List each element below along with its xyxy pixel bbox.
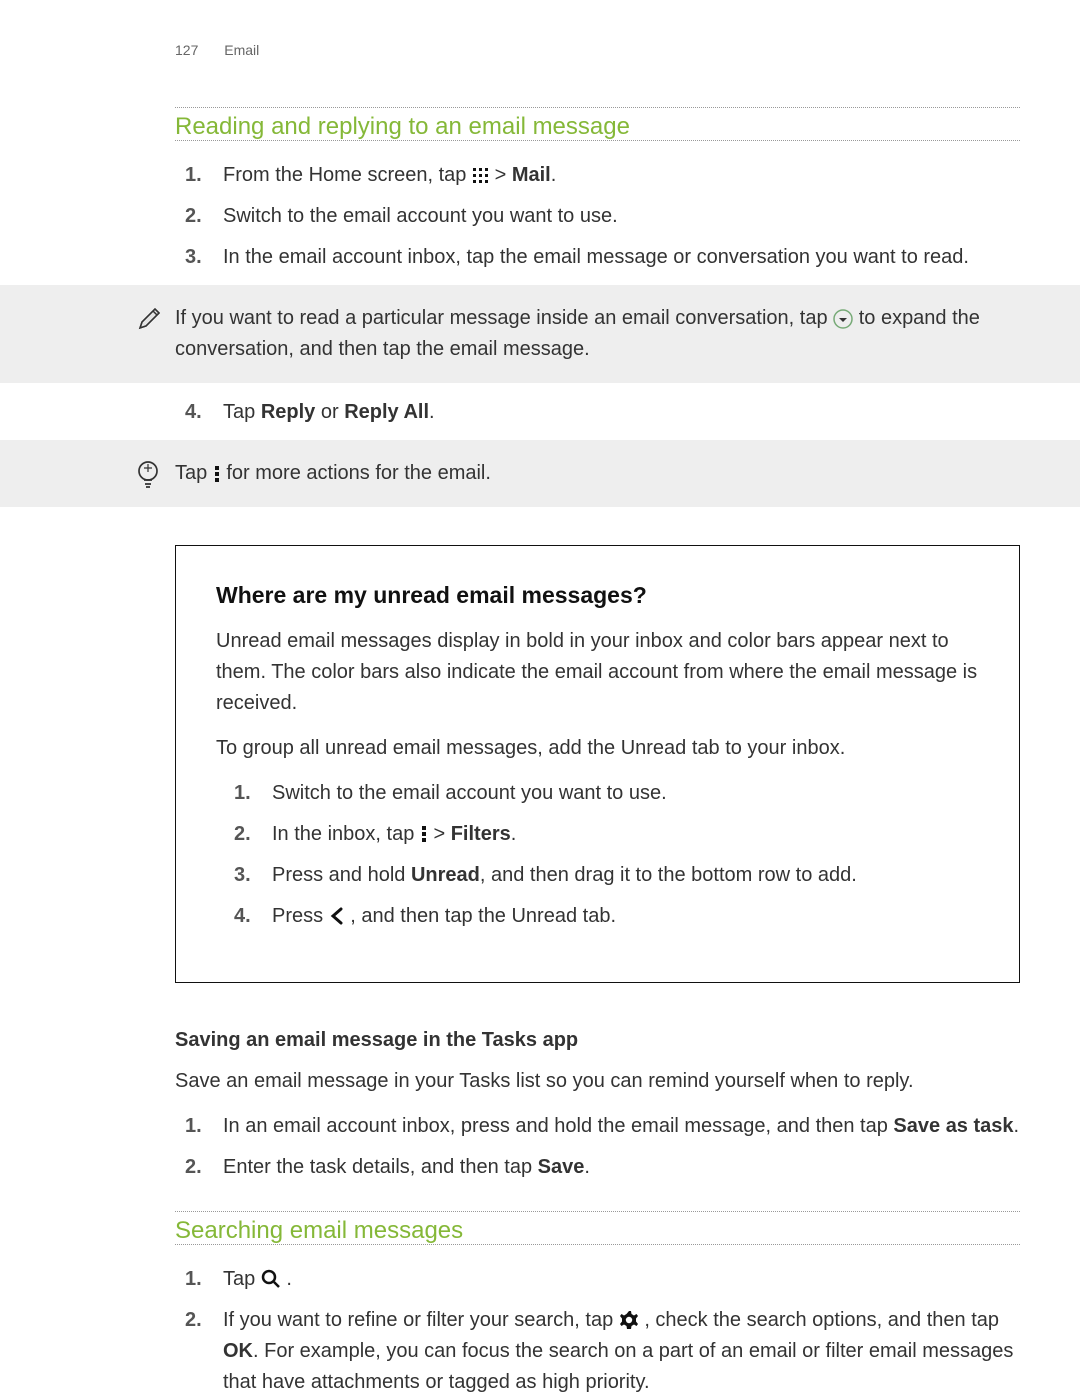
- step-number: 4.: [234, 901, 251, 932]
- back-icon: [329, 907, 345, 925]
- dotted-divider: [175, 1244, 1020, 1245]
- list-item: 1. In an email account inbox, press and …: [215, 1111, 1020, 1142]
- note-callout: If you want to read a particular message…: [0, 285, 1080, 383]
- list-item: 3. Press and hold Unread, and then drag …: [264, 860, 979, 891]
- step-text: , check the search options, and then tap: [644, 1309, 999, 1331]
- info-box: Where are my unread email messages? Unre…: [175, 545, 1020, 983]
- tip-text: for more actions for the email.: [226, 462, 491, 484]
- step-text: From the Home screen, tap: [223, 164, 466, 186]
- step-number: 4.: [185, 397, 202, 428]
- section-content: 1. From the Home screen, tap > Mail. 2. …: [175, 160, 1020, 273]
- section-content: 1. Tap . 2. If you want to refine or fil…: [175, 1264, 1020, 1398]
- page-header: 127 Email: [0, 40, 1080, 62]
- step-text: Switch to the email account you want to …: [272, 782, 667, 804]
- sub-heading: Saving an email message in the Tasks app: [175, 1025, 1020, 1056]
- step-text: Tap: [223, 1268, 261, 1290]
- step-text: . For example, you can focus the search …: [223, 1340, 1013, 1393]
- box-paragraph: Unread email messages display in bold in…: [216, 626, 979, 719]
- step-number: 3.: [185, 242, 202, 273]
- dotted-divider: [175, 140, 1020, 141]
- step-text: Switch to the email account you want to …: [223, 205, 618, 227]
- box-steps: 1. Switch to the email account you want …: [216, 778, 979, 932]
- overflow-menu-icon: [420, 825, 428, 843]
- step-text: >: [495, 164, 512, 186]
- reply-all-label: Reply All: [344, 401, 429, 423]
- list-item: 1. Tap .: [215, 1264, 1020, 1295]
- step-text: .: [584, 1156, 590, 1178]
- lightbulb-icon: [135, 460, 161, 490]
- note-text: If you want to read a particular message…: [175, 307, 833, 329]
- overflow-menu-icon: [213, 465, 221, 483]
- step-number: 2.: [185, 201, 202, 232]
- box-paragraph: To group all unread email messages, add …: [216, 733, 979, 764]
- step-text: .: [286, 1268, 292, 1290]
- tip-text: Tap: [175, 462, 213, 484]
- section-title-wrap: Searching email messages: [175, 1211, 1020, 1250]
- step-text: or: [315, 401, 344, 423]
- section-title-wrap: Reading and replying to an email message: [175, 107, 1020, 146]
- intro-paragraph: Save an email message in your Tasks list…: [175, 1066, 1020, 1097]
- step-text: If you want to refine or filter your sea…: [223, 1309, 619, 1331]
- saving-steps: 1. In an email account inbox, press and …: [175, 1111, 1020, 1183]
- steps-list-cont: 4. Tap Reply or Reply All.: [175, 397, 1020, 428]
- step-text: .: [551, 164, 557, 186]
- list-item: 3. In the email account inbox, tap the e…: [215, 242, 1020, 273]
- step-number: 2.: [234, 819, 251, 850]
- step-number: 1.: [185, 1264, 202, 1295]
- step-text: >: [433, 823, 450, 845]
- reply-label: Reply: [261, 401, 315, 423]
- step-text: , and then drag it to the bottom row to …: [480, 864, 857, 886]
- pencil-icon: [135, 305, 163, 333]
- list-item: 1. From the Home screen, tap > Mail.: [215, 160, 1020, 191]
- step-text: In an email account inbox, press and hol…: [223, 1115, 893, 1137]
- step-number: 1.: [185, 160, 202, 191]
- step-text: In the email account inbox, tap the emai…: [223, 246, 969, 268]
- list-item: 2. Switch to the email account you want …: [215, 201, 1020, 232]
- steps-list: 1. From the Home screen, tap > Mail. 2. …: [175, 160, 1020, 273]
- list-item: 1. Switch to the email account you want …: [264, 778, 979, 809]
- step-number: 1.: [234, 778, 251, 809]
- tip-callout: Tap for more actions for the email.: [0, 440, 1080, 507]
- step-number: 1.: [185, 1111, 202, 1142]
- step-text: Press and hold: [272, 864, 411, 886]
- section-content: 4. Tap Reply or Reply All.: [175, 397, 1020, 428]
- mail-label: Mail: [512, 164, 551, 186]
- list-item: 4. Tap Reply or Reply All.: [215, 397, 1020, 428]
- gear-icon: [619, 1310, 639, 1330]
- section-name: Email: [224, 42, 259, 58]
- step-text: , and then tap the Unread tab.: [350, 905, 616, 927]
- ok-label: OK: [223, 1340, 253, 1362]
- save-as-task-label: Save as task: [893, 1115, 1013, 1137]
- page-number: 127: [175, 42, 198, 58]
- step-text: .: [1014, 1115, 1020, 1137]
- save-label: Save: [538, 1156, 585, 1178]
- search-steps: 1. Tap . 2. If you want to refine or fil…: [175, 1264, 1020, 1398]
- saving-content: 1. In an email account inbox, press and …: [175, 1111, 1020, 1183]
- step-text: In the inbox, tap: [272, 823, 420, 845]
- step-text: .: [511, 823, 517, 845]
- search-icon: [261, 1269, 281, 1289]
- filters-label: Filters: [451, 823, 511, 845]
- expand-down-icon: [833, 309, 853, 329]
- list-item: 4. Press , and then tap the Unread tab.: [264, 901, 979, 932]
- list-item: 2. Enter the task details, and then tap …: [215, 1152, 1020, 1183]
- step-number: 3.: [234, 860, 251, 891]
- step-text: Press: [272, 905, 329, 927]
- step-number: 2.: [185, 1152, 202, 1183]
- box-title: Where are my unread email messages?: [216, 578, 979, 614]
- step-text: Enter the task details, and then tap: [223, 1156, 538, 1178]
- list-item: 2. In the inbox, tap > Filters.: [264, 819, 979, 850]
- unread-label: Unread: [411, 864, 480, 886]
- apps-grid-icon: [472, 167, 489, 184]
- list-item: 2. If you want to refine or filter your …: [215, 1305, 1020, 1398]
- step-text: Tap: [223, 401, 261, 423]
- step-text: .: [429, 401, 435, 423]
- step-number: 2.: [185, 1305, 202, 1336]
